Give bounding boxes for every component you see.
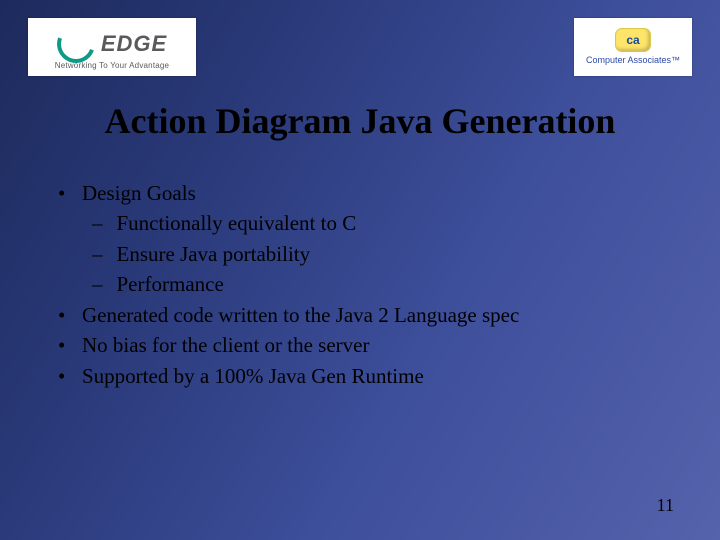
bullet-text: Design Goals	[82, 178, 196, 208]
edge-logo: EDGE Networking To Your Advantage	[28, 18, 196, 76]
edge-wordmark: EDGE	[101, 31, 167, 57]
ca-badge-text: ca	[626, 33, 639, 47]
dash-icon: –	[92, 239, 103, 269]
bullet-text: Generated code written to the Java 2 Lan…	[82, 300, 519, 330]
bullet-text: Supported by a 100% Java Gen Runtime	[82, 361, 424, 391]
dash-icon: –	[92, 269, 103, 299]
bullet-dot-icon: •	[58, 361, 68, 391]
subbullet-text: Functionally equivalent to C	[117, 208, 357, 238]
bullet-text: No bias for the client or the server	[82, 330, 369, 360]
subbullet-text: Performance	[117, 269, 224, 299]
slide-title: Action Diagram Java Generation	[0, 100, 720, 142]
bullet-no-bias: • No bias for the client or the server	[58, 330, 720, 360]
subbullet-portability: – Ensure Java portability	[92, 239, 720, 269]
ca-badge-icon: ca	[616, 29, 650, 51]
dash-icon: –	[92, 208, 103, 238]
ca-logo: ca Computer Associates™	[574, 18, 692, 76]
page-number: 11	[657, 495, 674, 516]
bullet-dot-icon: •	[58, 300, 68, 330]
subbullet-text: Ensure Java portability	[117, 239, 311, 269]
slide-body: • Design Goals – Functionally equivalent…	[58, 178, 720, 391]
bullet-dot-icon: •	[58, 178, 68, 208]
subbullet-performance: – Performance	[92, 269, 720, 299]
ca-name: Computer Associates™	[586, 55, 680, 65]
subbullet-func-equiv: – Functionally equivalent to C	[92, 208, 720, 238]
bullet-java2-spec: • Generated code written to the Java 2 L…	[58, 300, 720, 330]
bullet-runtime: • Supported by a 100% Java Gen Runtime	[58, 361, 720, 391]
bullet-design-goals: • Design Goals	[58, 178, 720, 208]
bullet-dot-icon: •	[58, 330, 68, 360]
